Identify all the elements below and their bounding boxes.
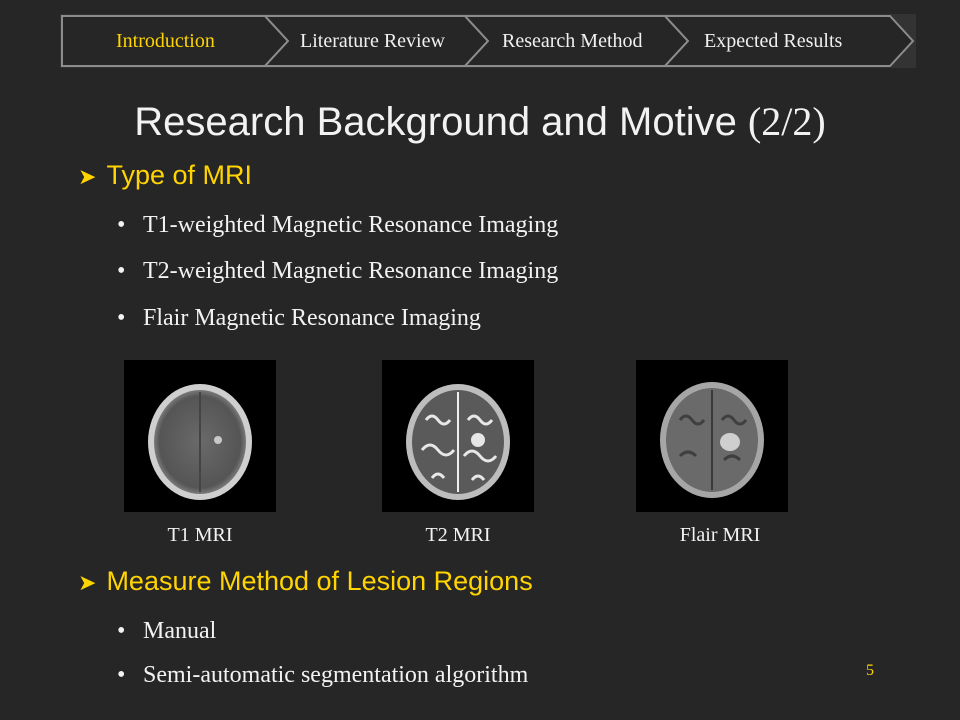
breadcrumb-item-expected-results[interactable]: Expected Results [704,14,842,68]
list-item-text: T2-weighted Magnetic Resonance Imaging [143,258,559,284]
breadcrumb: Introduction Literature Review Research … [60,14,916,68]
breadcrumb-item-introduction[interactable]: Introduction [116,14,215,68]
bullet-dot-icon: • [117,618,126,644]
bullet-dot-icon: • [117,305,126,331]
bullet-dot-icon: • [117,258,126,284]
title-suffix: (2/2) [747,99,826,144]
list-item: • Flair Magnetic Resonance Imaging [117,305,481,332]
section-heading-type-of-mri: ➤ Type of MRI [78,160,252,191]
list-item: • T2-weighted Magnetic Resonance Imaging [117,258,558,285]
section-heading-measure-method: ➤ Measure Method of Lesion Regions [78,566,533,597]
section2-heading-text: Measure Method of Lesion Regions [106,566,533,596]
bullet-dot-icon: • [117,662,126,688]
section1-heading-text: Type of MRI [106,160,252,190]
t1-mri-image [124,360,276,512]
arrowhead-bullet-icon: ➤ [78,571,97,596]
t2-mri-image [382,360,534,512]
list-item-text: Semi-automatic segmentation algorithm [143,662,529,688]
title-main: Research Background and Motive [134,100,748,144]
caption-flair-mri: Flair MRI [679,524,761,546]
page-number: 5 [866,662,874,679]
list-item: • Manual [117,618,216,645]
arrowhead-bullet-icon: ➤ [78,165,97,190]
breadcrumb-item-research-method[interactable]: Research Method [502,14,643,68]
list-item-text: Flair Magnetic Resonance Imaging [143,305,481,331]
list-item-text: T1-weighted Magnetic Resonance Imaging [143,212,559,238]
page-title: Research Background and Motive (2/2) [0,98,960,145]
bullet-dot-icon: • [117,212,126,238]
caption-t1-mri: T1 MRI [167,524,233,546]
flair-mri-image [636,360,788,512]
slide: Introduction Literature Review Research … [0,0,960,720]
caption-t2-mri: T2 MRI [425,524,491,546]
list-item: • Semi-automatic segmentation algorithm [117,662,528,689]
list-item: • T1-weighted Magnetic Resonance Imaging [117,212,558,239]
breadcrumb-item-literature-review[interactable]: Literature Review [300,14,445,68]
list-item-text: Manual [143,618,217,644]
